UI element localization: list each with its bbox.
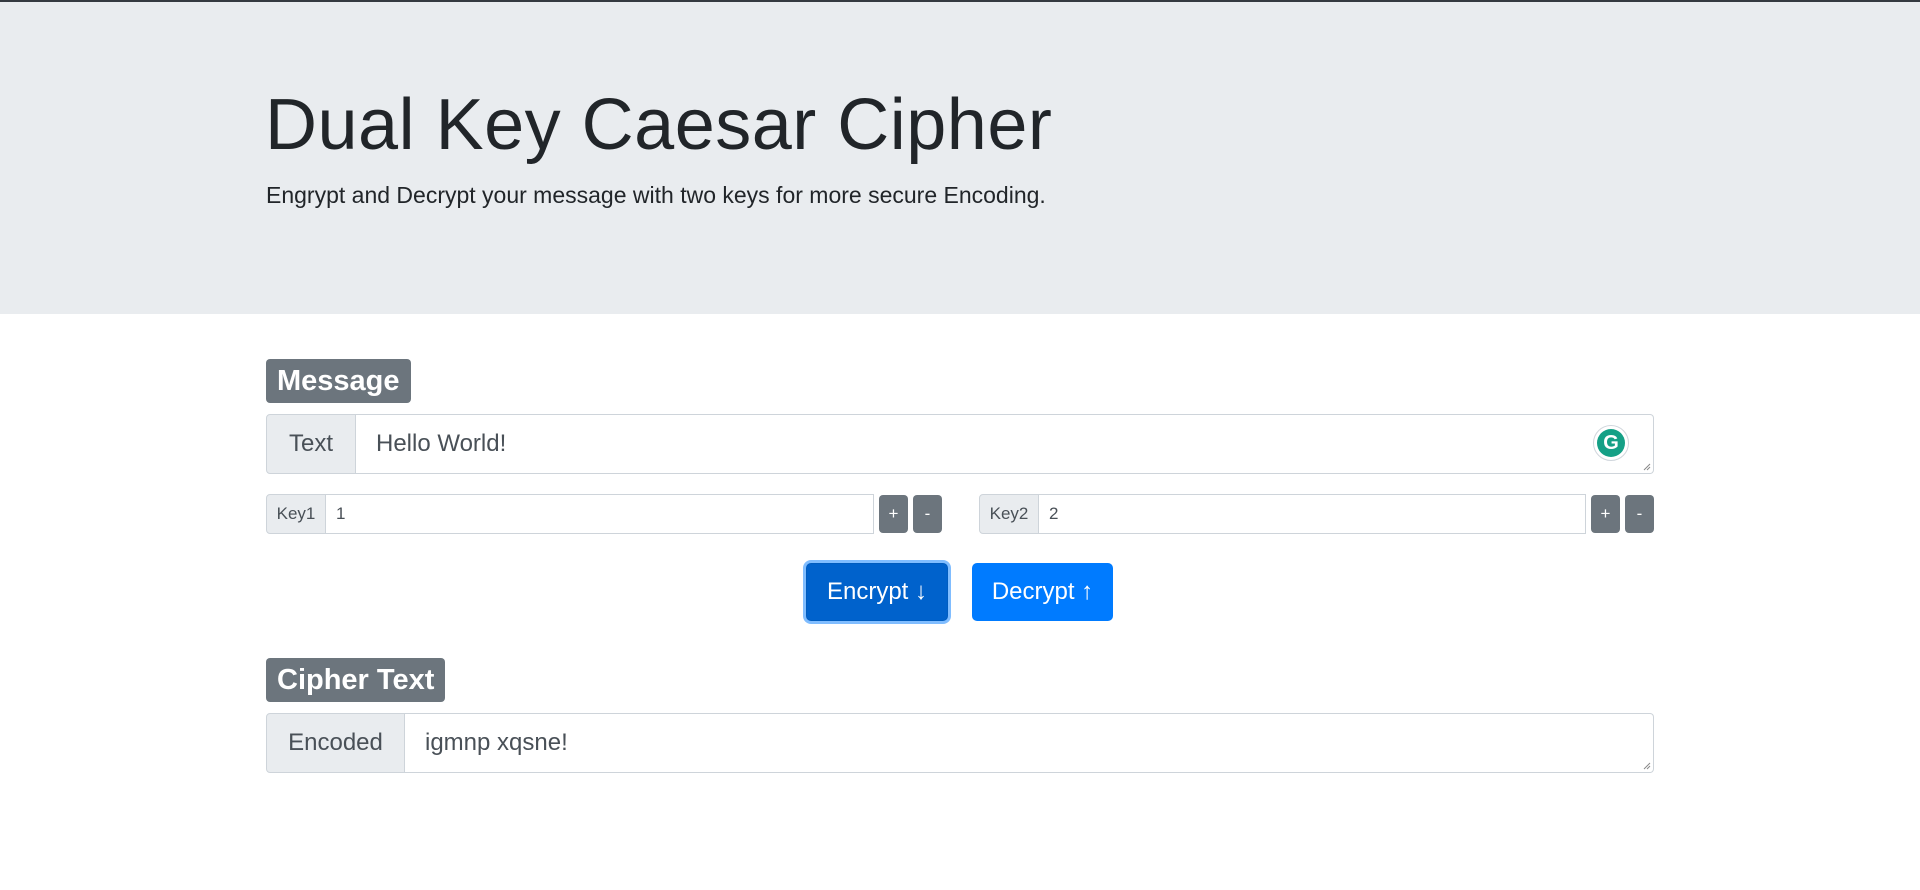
message-text: Hello World! xyxy=(376,430,507,457)
key2-input[interactable]: 2 xyxy=(1039,494,1586,534)
key1-input[interactable]: 1 xyxy=(326,494,874,534)
jumbotron-header: Dual Key Caesar Cipher Engrypt and Decry… xyxy=(0,2,1920,314)
cipher-textarea[interactable]: igmnp xqsne! xyxy=(405,713,1654,773)
key1-plus-button[interactable]: + xyxy=(879,495,908,533)
grammarly-glyph: G xyxy=(1597,429,1625,457)
decrypt-button[interactable]: Decrypt ↑ xyxy=(972,563,1113,621)
cipher-input-group: Encoded igmnp xqsne! xyxy=(266,713,1654,773)
grammarly-icon[interactable]: G xyxy=(1593,425,1629,461)
key2-input-group: Key2 2 + - xyxy=(979,494,1654,534)
key1-input-group: Key1 1 + - xyxy=(266,494,942,534)
resize-handle-icon[interactable] xyxy=(1643,463,1651,471)
message-textarea[interactable]: Hello World! G xyxy=(356,414,1654,474)
key2-plus-button[interactable]: + xyxy=(1591,495,1620,533)
key1-minus-button[interactable]: - xyxy=(913,495,942,533)
message-badge: Message xyxy=(266,359,411,403)
cipher-addon-label: Encoded xyxy=(266,713,405,773)
key1-value: 1 xyxy=(336,504,346,523)
resize-handle-icon[interactable] xyxy=(1643,762,1651,770)
cipher-text-badge: Cipher Text xyxy=(266,658,446,702)
page-title: Dual Key Caesar Cipher xyxy=(265,85,1053,165)
page-subtitle: Engrypt and Decrypt your message with tw… xyxy=(266,182,1046,208)
key2-value: 2 xyxy=(1049,504,1059,523)
message-input-group: Text Hello World! G xyxy=(266,414,1654,474)
encrypt-button[interactable]: Encrypt ↓ xyxy=(806,563,948,621)
key2-addon-label: Key2 xyxy=(979,494,1039,534)
key2-minus-button[interactable]: - xyxy=(1625,495,1654,533)
cipher-text: igmnp xqsne! xyxy=(425,729,568,756)
message-addon-label: Text xyxy=(266,414,356,474)
key1-addon-label: Key1 xyxy=(266,494,326,534)
